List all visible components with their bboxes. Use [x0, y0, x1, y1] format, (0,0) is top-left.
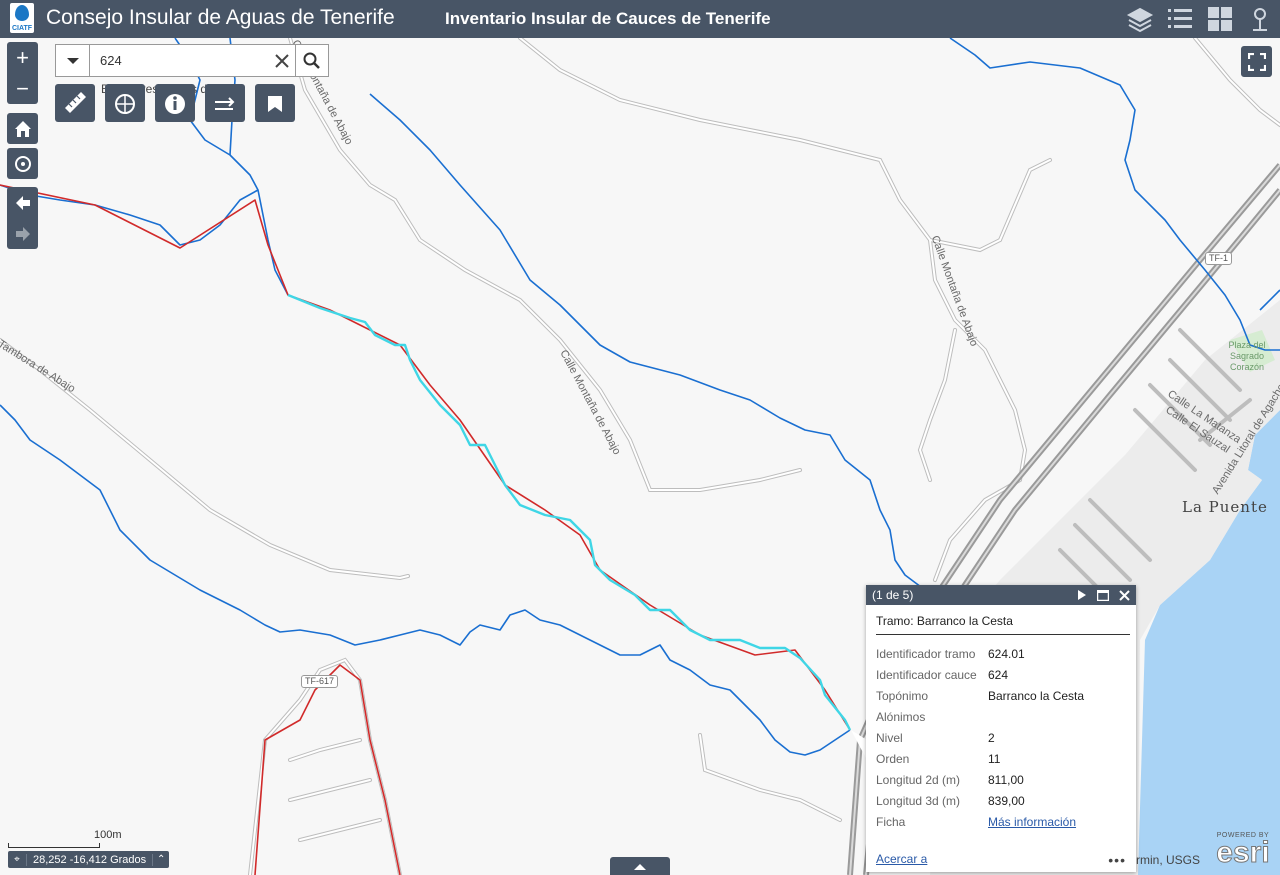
close-popup-button[interactable] [1116, 587, 1132, 603]
home-icon [7, 113, 38, 144]
scale-bar: 100m [8, 829, 122, 848]
xyz-icon [215, 97, 235, 110]
search-button[interactable] [295, 45, 328, 76]
app-title: Consejo Insular de Aguas de Tenerife [46, 6, 395, 29]
map-attribution: rmin, USGS [1136, 853, 1201, 867]
info-button[interactable] [155, 84, 195, 122]
more-actions-button[interactable]: ••• [1108, 852, 1126, 868]
zoom-out-button[interactable]: − [7, 73, 38, 104]
search-icon [303, 52, 320, 69]
maximize-icon [1097, 589, 1109, 601]
previous-extent-button[interactable] [7, 187, 38, 218]
close-icon [275, 53, 289, 68]
locate-button[interactable] [7, 148, 38, 179]
home-button[interactable] [7, 113, 38, 144]
chevron-down-icon [66, 57, 79, 64]
more-info-link[interactable]: Más información [988, 815, 1076, 829]
road-shield: TF-617 [301, 675, 339, 688]
attribute-row: Identificador cauce 624 [876, 667, 1009, 682]
chevron-up-icon [634, 863, 646, 870]
feature-popup: (1 de 5) Tramo: Barranco la Cesta Identi… [866, 585, 1136, 872]
print-button[interactable] [105, 84, 145, 122]
basemap-gallery-icon[interactable] [1205, 4, 1235, 34]
maximize-button[interactable] [1095, 587, 1111, 603]
bookmark-icon [268, 96, 282, 112]
legend-icon[interactable] [1165, 4, 1195, 34]
search-widget: 624 [55, 44, 329, 77]
coordinate-button[interactable] [205, 84, 245, 122]
layers-icon[interactable] [1125, 4, 1155, 34]
play-icon [1078, 590, 1086, 600]
attribute-row: Orden 11 [876, 751, 1001, 766]
attribute-row: Nivel 2 [876, 730, 995, 745]
navigation-controls [7, 187, 38, 249]
popup-pointer [851, 730, 867, 760]
attribute-row: Alónimos [876, 709, 926, 724]
esri-logo[interactable]: POWERED BY esri [1212, 832, 1274, 868]
next-feature-button[interactable] [1074, 587, 1090, 603]
fullscreen-icon [1247, 52, 1266, 71]
attribute-row: Topónimo Barranco la Cesta [876, 688, 1085, 703]
popup-header: (1 de 5) [866, 585, 1136, 605]
attribute-row: Longitud 2d (m) 811,00 [876, 772, 1024, 787]
place-label: La Puente [1182, 498, 1268, 516]
clear-search-button[interactable] [269, 45, 295, 76]
bookmark-button[interactable] [255, 84, 295, 122]
zoom-in-button[interactable]: + [7, 42, 38, 73]
app-header: CIATF Consejo Insular de Aguas de Teneri… [0, 0, 1280, 38]
locate-icon [7, 148, 38, 179]
search-source-dropdown[interactable] [56, 45, 90, 76]
attribute-row: Ficha Más información [876, 814, 1077, 829]
zoom-controls: + − [7, 42, 38, 104]
zoom-to-link[interactable]: Acercar a [876, 852, 927, 866]
measure-button[interactable] [55, 84, 95, 122]
popup-title: Tramo: Barranco la Cesta [876, 614, 1130, 635]
ruler-icon [65, 92, 86, 113]
fullscreen-button[interactable] [1241, 46, 1272, 77]
chevron-up-icon[interactable]: ⌃ [153, 854, 169, 865]
popup-attributes: Identificador tramo 624.01 Identificador … [876, 643, 1084, 832]
ciatf-logo: CIATF [10, 3, 34, 33]
popup-counter: (1 de 5) [872, 588, 914, 602]
park-label: Plaza del Sagrado Corazón [1228, 340, 1266, 372]
search-input[interactable]: 624 [90, 45, 269, 76]
location-icon[interactable] [1245, 4, 1275, 34]
next-extent-button[interactable] [7, 218, 38, 249]
crosshair-icon: ⌖ [14, 854, 20, 865]
attribute-row: Identificador tramo 624.01 [876, 646, 1025, 661]
attribute-row: Longitud 3d (m) 839,00 [876, 793, 1025, 808]
coordinates-display[interactable]: ⌖ 28,252 -16,412 Grados ⌃ [8, 851, 170, 868]
info-icon [165, 94, 185, 114]
attribution-toggle[interactable] [610, 857, 670, 875]
close-icon [1118, 589, 1130, 601]
road-shield: TF-1 [1205, 252, 1232, 265]
globe-icon [115, 94, 135, 114]
app-subtitle: Inventario Insular de Cauces de Tenerife [445, 9, 771, 28]
